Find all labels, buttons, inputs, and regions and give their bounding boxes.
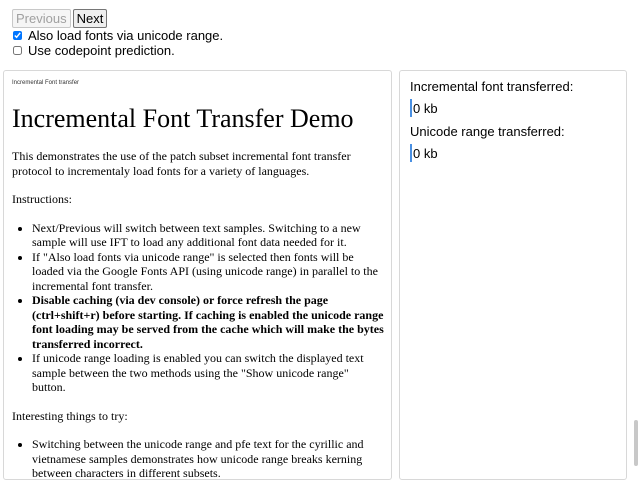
list-item: If unicode range loading is enabled you … (32, 351, 384, 395)
list-item: Switching between the unicode range and … (32, 437, 384, 479)
stats-panel: Incremental font transferred: 0 kb Unico… (399, 70, 627, 480)
unicode-range-label: Also load fonts via unicode range. (28, 28, 224, 43)
try-list: Switching between the unicode range and … (12, 437, 384, 479)
unicode-range-option[interactable]: Also load fonts via unicode range. (12, 28, 223, 43)
codepoint-prediction-option[interactable]: Use codepoint prediction. (12, 43, 223, 58)
sample-body: This demonstrates the use of the patch s… (12, 149, 384, 479)
page-title: Incremental Font Transfer Demo (12, 104, 354, 133)
intro-paragraph: This demonstrates the use of the patch s… (12, 149, 351, 178)
unicode-range-checkbox[interactable] (13, 31, 22, 40)
instructions-heading: Instructions: (12, 192, 72, 206)
ift-transferred-bar (410, 99, 412, 117)
codepoint-prediction-label: Use codepoint prediction. (28, 43, 175, 58)
text-sample-panel: Incremental Font transfer Incremental Fo… (3, 70, 392, 480)
instructions-list: Next/Previous will switch between text s… (12, 221, 384, 395)
unicode-transferred-stat: 0 kb (410, 144, 616, 162)
caching-warning: Disable caching (via dev console) or for… (32, 293, 384, 351)
ift-transferred-stat: 0 kb (410, 99, 616, 117)
next-button[interactable]: Next (72, 9, 108, 28)
previous-button[interactable]: Previous (12, 9, 71, 28)
codepoint-prediction-checkbox[interactable] (13, 46, 22, 55)
unicode-transferred-value: 0 kb (413, 145, 438, 161)
ift-transferred-value: 0 kb (413, 100, 438, 116)
try-heading: Interesting things to try: (12, 408, 128, 423)
unicode-transferred-bar (410, 144, 412, 162)
nav-buttons: Previous Next (12, 9, 223, 28)
list-item: If "Also load fonts via unicode range" i… (32, 250, 384, 294)
ift-transferred-label: Incremental font transferred: (410, 79, 574, 94)
page-scrollbar[interactable] (634, 420, 638, 466)
unicode-transferred-label: Unicode range transferred: (410, 124, 565, 139)
list-item: Disable caching (via dev console) or for… (32, 293, 384, 351)
sample-tiny-title: Incremental Font transfer (12, 80, 80, 86)
list-item: Next/Previous will switch between text s… (32, 221, 384, 250)
controls: Previous Next Also load fonts via unicod… (12, 9, 223, 58)
